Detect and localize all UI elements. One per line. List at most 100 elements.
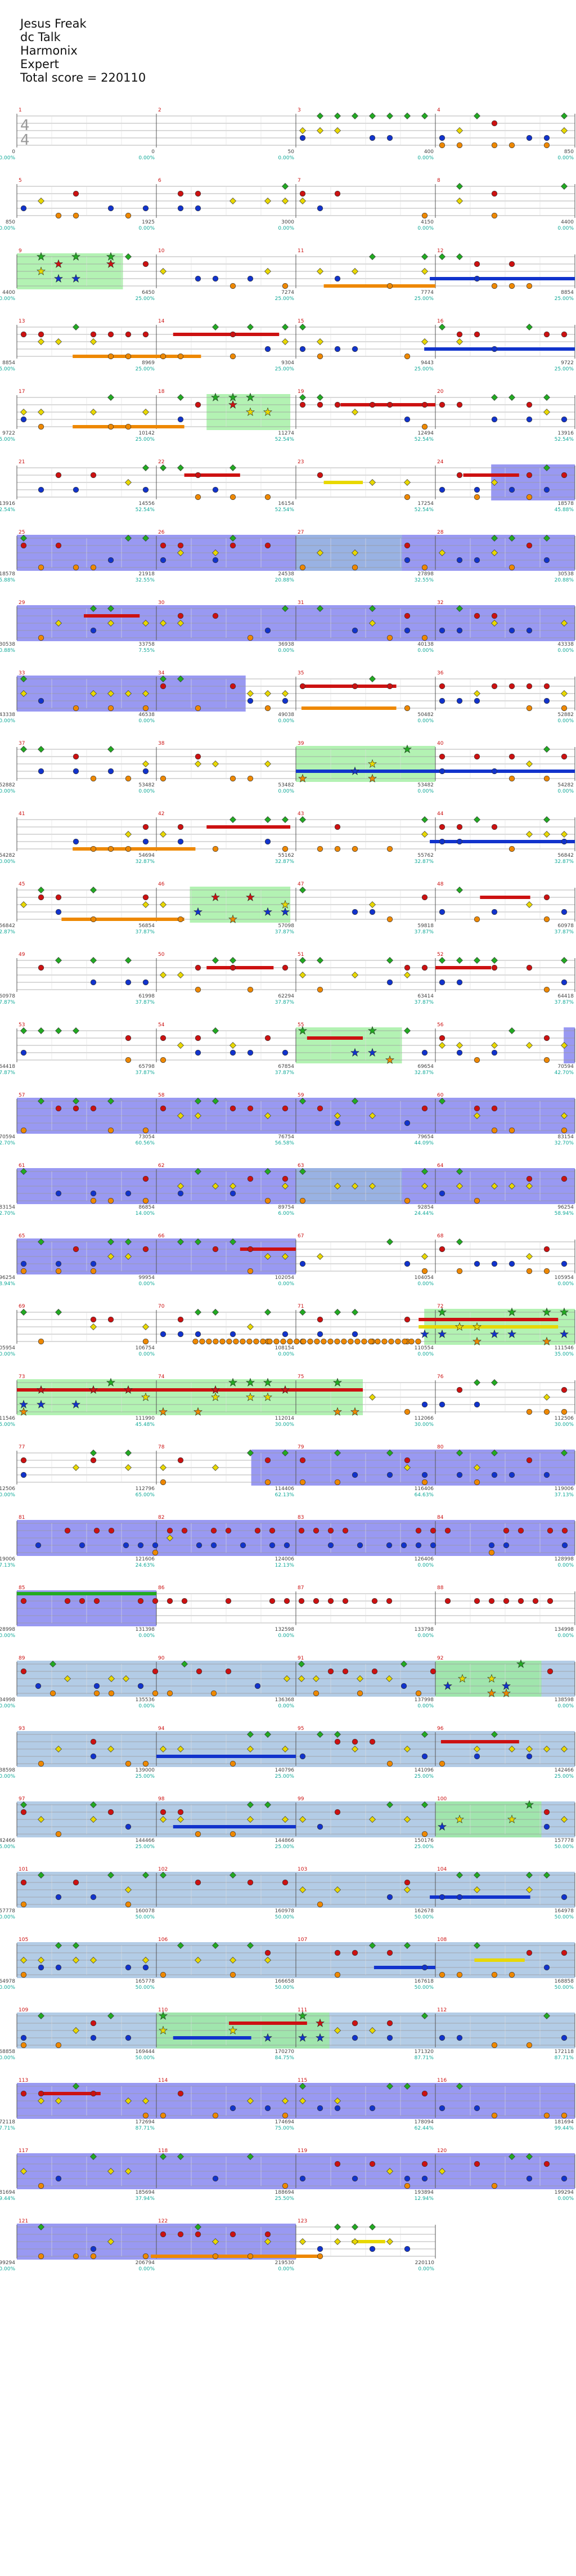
gem-note	[282, 283, 289, 289]
gem-note	[55, 212, 62, 219]
gem-note	[125, 1760, 132, 1767]
row-end-percent: 20.88%	[555, 578, 574, 583]
bar-number: 36	[437, 670, 444, 676]
gem-note	[381, 1338, 388, 1345]
sustain-tail	[480, 896, 530, 899]
gem-note	[421, 401, 428, 408]
gem-note	[160, 1035, 166, 1041]
gem-note	[73, 1105, 79, 1112]
bar-number: 98	[158, 1796, 165, 1802]
gem-note	[526, 627, 533, 634]
gem-note	[317, 2246, 323, 2252]
bar-percent: 87.71%	[0, 2126, 15, 2131]
bar-number: 60	[437, 1093, 444, 1098]
gem-note	[404, 972, 411, 978]
gem-note	[317, 1316, 323, 1323]
row-end-score: 18578	[557, 501, 574, 507]
gem-note	[421, 816, 428, 823]
gem-note	[73, 1027, 79, 1034]
bar-score: 56854	[138, 923, 155, 929]
bar-percent: 0.00%	[138, 226, 155, 231]
gem-note	[456, 253, 463, 260]
gem-note	[108, 1527, 115, 1534]
bar-score: 7774	[421, 290, 434, 296]
gem-note	[79, 1542, 86, 1549]
bar-percent: 50.00%	[136, 1915, 155, 1920]
gem-note	[526, 831, 533, 838]
gem-note	[90, 1260, 97, 1267]
gem-note	[317, 986, 323, 993]
bar-number: 87	[298, 1585, 304, 1591]
gem-note	[64, 1598, 71, 1604]
gem-note	[508, 1260, 515, 1267]
row-end-percent: 58.94%	[555, 1211, 574, 1217]
gem-note	[90, 1450, 97, 1456]
row-end-score: 199294	[555, 2190, 574, 2195]
gem-note	[142, 838, 149, 845]
gem-note	[264, 1035, 271, 1041]
gem-note	[212, 557, 219, 564]
gem-note	[456, 1387, 463, 1393]
gem-note	[254, 1527, 261, 1534]
bar-score: 206794	[136, 2260, 155, 2266]
gem-note	[177, 916, 184, 923]
gem-note	[195, 472, 201, 478]
bar-percent: 0.00%	[417, 1703, 434, 1709]
gem-note	[195, 190, 201, 197]
bar-score: 105954	[0, 1345, 15, 1351]
bar-number: 61	[19, 1163, 25, 1169]
gem-note	[299, 683, 306, 690]
gem-note	[369, 676, 376, 682]
bar-number: 74	[158, 1374, 165, 1380]
bar-number: 7	[298, 178, 301, 184]
bar-percent: 50.00%	[0, 2055, 15, 2061]
gem-note	[212, 846, 219, 852]
bar-score: 185694	[136, 2190, 155, 2195]
gem-note	[269, 1527, 276, 1534]
gem-note	[352, 2238, 358, 2245]
row-end-percent: 0.00%	[557, 789, 574, 794]
bar-score: 27898	[417, 571, 434, 577]
gem-note	[430, 1542, 436, 1549]
gem-note	[282, 846, 289, 852]
gem-note	[543, 135, 550, 141]
gem-note	[526, 1949, 533, 1956]
bar-percent: 20.88%	[275, 578, 295, 583]
gem-note	[230, 331, 236, 338]
gem-note	[230, 353, 236, 360]
bar-number: 113	[19, 2078, 28, 2083]
gem-note	[369, 2105, 376, 2112]
gem-note	[386, 1472, 393, 1478]
bar-number: 8	[437, 178, 440, 184]
gem-note	[561, 1542, 568, 1549]
gem-note	[230, 1971, 236, 1978]
gem-note	[526, 964, 533, 971]
gem-note	[35, 1683, 42, 1689]
gem-note	[386, 2238, 393, 2245]
bar-score: 96254	[0, 1275, 15, 1281]
gem-note	[264, 268, 271, 275]
row-end-percent: 0.00%	[557, 1563, 574, 1568]
bar-number: 41	[19, 811, 25, 817]
gem-note	[526, 472, 533, 478]
bar-score: 138598	[0, 1768, 15, 1773]
chart-row: 1211992940.00%1222067940.00%1232195300.0…	[0, 2219, 436, 2272]
bar-percent: 37.87%	[275, 1000, 295, 1005]
bar-percent: 0.00%	[138, 1281, 155, 1287]
gem-note	[195, 205, 201, 212]
sustain-tail	[206, 966, 274, 969]
gem-note	[55, 542, 62, 549]
bar-percent: 24.63%	[136, 1563, 155, 1568]
gem-note	[543, 142, 550, 149]
bar-percent: 0.00%	[278, 226, 294, 231]
gem-note	[90, 1457, 97, 1464]
bar-percent: 0.00%	[138, 1633, 155, 1639]
gem-note	[543, 697, 550, 704]
gem-note	[369, 113, 376, 119]
gem-note	[474, 486, 480, 493]
bar-percent: 32.87%	[275, 859, 295, 865]
gem-note	[518, 1527, 524, 1534]
bar-percent: 0.00%	[138, 789, 155, 794]
bar-score: 126406	[415, 1557, 434, 1562]
gem-note	[543, 1246, 550, 1253]
